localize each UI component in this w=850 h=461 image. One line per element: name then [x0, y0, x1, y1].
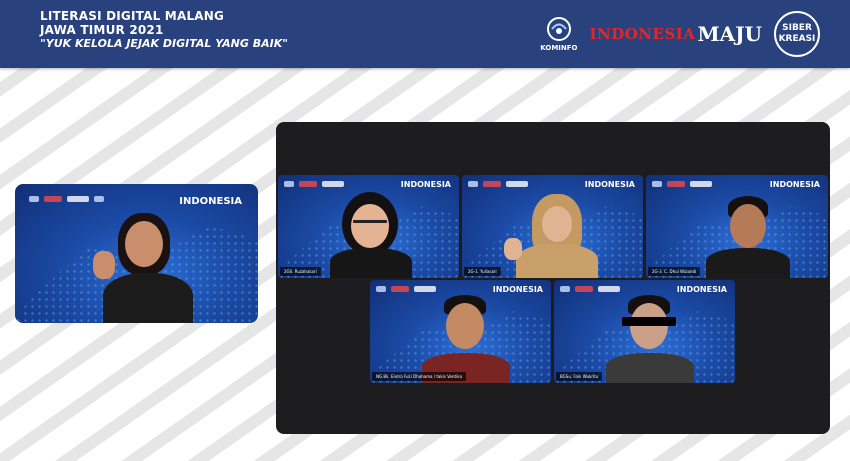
kominfo-mini-icon [284, 181, 294, 187]
indonesia-badge: INDONESIA [401, 181, 451, 189]
indonesia-badge: INDONESIA [585, 181, 635, 189]
participant-face [446, 303, 484, 349]
participant-figure [502, 192, 612, 278]
participant-name-label: BGSu. Fani Wukritu [556, 372, 603, 381]
participant-name-label: 2G0. Ruzahasari [280, 267, 321, 276]
participant-figure [696, 194, 796, 278]
participant-figure [410, 293, 520, 383]
kominfo-mini-icon [376, 286, 386, 292]
event-titles: LITERASI DIGITAL MALANG JAWA TIMUR 2021 … [40, 9, 288, 51]
siber-text: SIBER [782, 23, 812, 33]
indonesia-mini-icon [575, 286, 593, 292]
indonesia-badge-title: INDONESIA [769, 180, 820, 189]
indonesia-mini-icon [44, 196, 62, 202]
kominfo-icon [546, 17, 571, 41]
participant-face [351, 204, 389, 248]
maju-mini-icon [67, 196, 89, 202]
indonesia-mini-icon [483, 181, 501, 187]
event-title-line1: LITERASI DIGITAL MALANG [40, 9, 225, 23]
indonesia-badge: INDONESIA [179, 196, 242, 207]
participant-hand [504, 238, 522, 260]
event-tagline: "YUK KELOLA JEJAK DIGITAL YANG BAIK" [40, 37, 288, 50]
participant-video-tile[interactable]: INDONESIA 2G-1. Yuliasari [462, 175, 643, 278]
presenter-face [125, 221, 163, 267]
tile-logo-row [284, 181, 344, 187]
sponsor-logos: KOMINFO INDONESIA MAJU SIBER KREASI [540, 10, 820, 58]
tile-logo-row [560, 286, 620, 292]
indonesia-mini-icon [667, 181, 685, 187]
indonesia-mini-icon [391, 286, 409, 292]
participant-figure [594, 293, 704, 383]
participant-body [330, 248, 412, 278]
kominfo-mini-icon [468, 181, 478, 187]
participant-body [706, 248, 790, 278]
participant-figure [326, 190, 416, 278]
indonesia-badge-title: INDONESIA [179, 196, 242, 207]
maju-mini-icon [322, 181, 344, 187]
indonesia-wordmark: INDONESIA [589, 25, 696, 43]
tile-logo-row [376, 286, 436, 292]
participant-face [630, 303, 668, 349]
indonesia-badge: INDONESIA [770, 181, 820, 189]
presenter-hand [93, 251, 115, 279]
indonesia-badge-title: INDONESIA [584, 180, 635, 189]
indonesia-maju-logo: INDONESIA MAJU [590, 22, 763, 46]
video-gallery: INDONESIA 2G0. Ruzahasari INDONESIA 2G-1… [276, 122, 830, 434]
participant-video-tile[interactable]: INDONESIA BGSu. Fani Wukritu [554, 280, 735, 383]
tile-logo-row [29, 196, 104, 202]
indonesia-badge-title: INDONESIA [400, 180, 451, 189]
participant-name-label: 2G-3. C. Dhui Wulandi [648, 267, 701, 276]
kominfo-label: KOMINFO [540, 44, 578, 52]
siberkreasi-logo: SIBER KREASI [774, 11, 820, 57]
kominfo-mini-icon [29, 196, 39, 202]
presenter-body [103, 273, 193, 323]
participant-name-label: NG.Bk. Endra Fuzi Dhahama / takis Ventik… [372, 372, 466, 381]
presenter-video-tile[interactable]: INDONESIA [15, 184, 258, 323]
eyeglasses [353, 220, 387, 223]
maju-mini-icon [690, 181, 712, 187]
siberkreasi-mini-icon [94, 196, 104, 202]
maju-mini-icon [506, 181, 528, 187]
indonesia-mini-icon [299, 181, 317, 187]
participant-video-tile[interactable]: INDONESIA NG.Bk. Endra Fuzi Dhahama / ta… [370, 280, 551, 383]
kominfo-mini-icon [652, 181, 662, 187]
participant-video-tile[interactable]: INDONESIA 2G0. Ruzahasari [278, 175, 459, 278]
event-banner: LITERASI DIGITAL MALANG JAWA TIMUR 2021 … [0, 0, 850, 68]
maju-wordmark: MAJU [697, 22, 762, 46]
participant-body [606, 353, 694, 383]
maju-mini-icon [598, 286, 620, 292]
pixel-sunglasses-icon [622, 317, 676, 326]
kominfo-mini-icon [560, 286, 570, 292]
participant-name-label: 2G-1. Yuliasari [464, 267, 501, 276]
kreasi-text: KREASI [778, 34, 816, 44]
event-title-line2: JAWA TIMUR 2021 [40, 23, 164, 37]
kominfo-logo: KOMINFO [540, 16, 578, 52]
participant-face [730, 204, 766, 248]
presenter-figure [85, 211, 215, 323]
participant-body [516, 244, 598, 278]
participant-video-tile[interactable]: INDONESIA 2G-3. C. Dhui Wulandi [646, 175, 828, 278]
participant-face [542, 206, 572, 242]
tile-logo-row [652, 181, 712, 187]
maju-mini-icon [414, 286, 436, 292]
tile-logo-row [468, 181, 528, 187]
